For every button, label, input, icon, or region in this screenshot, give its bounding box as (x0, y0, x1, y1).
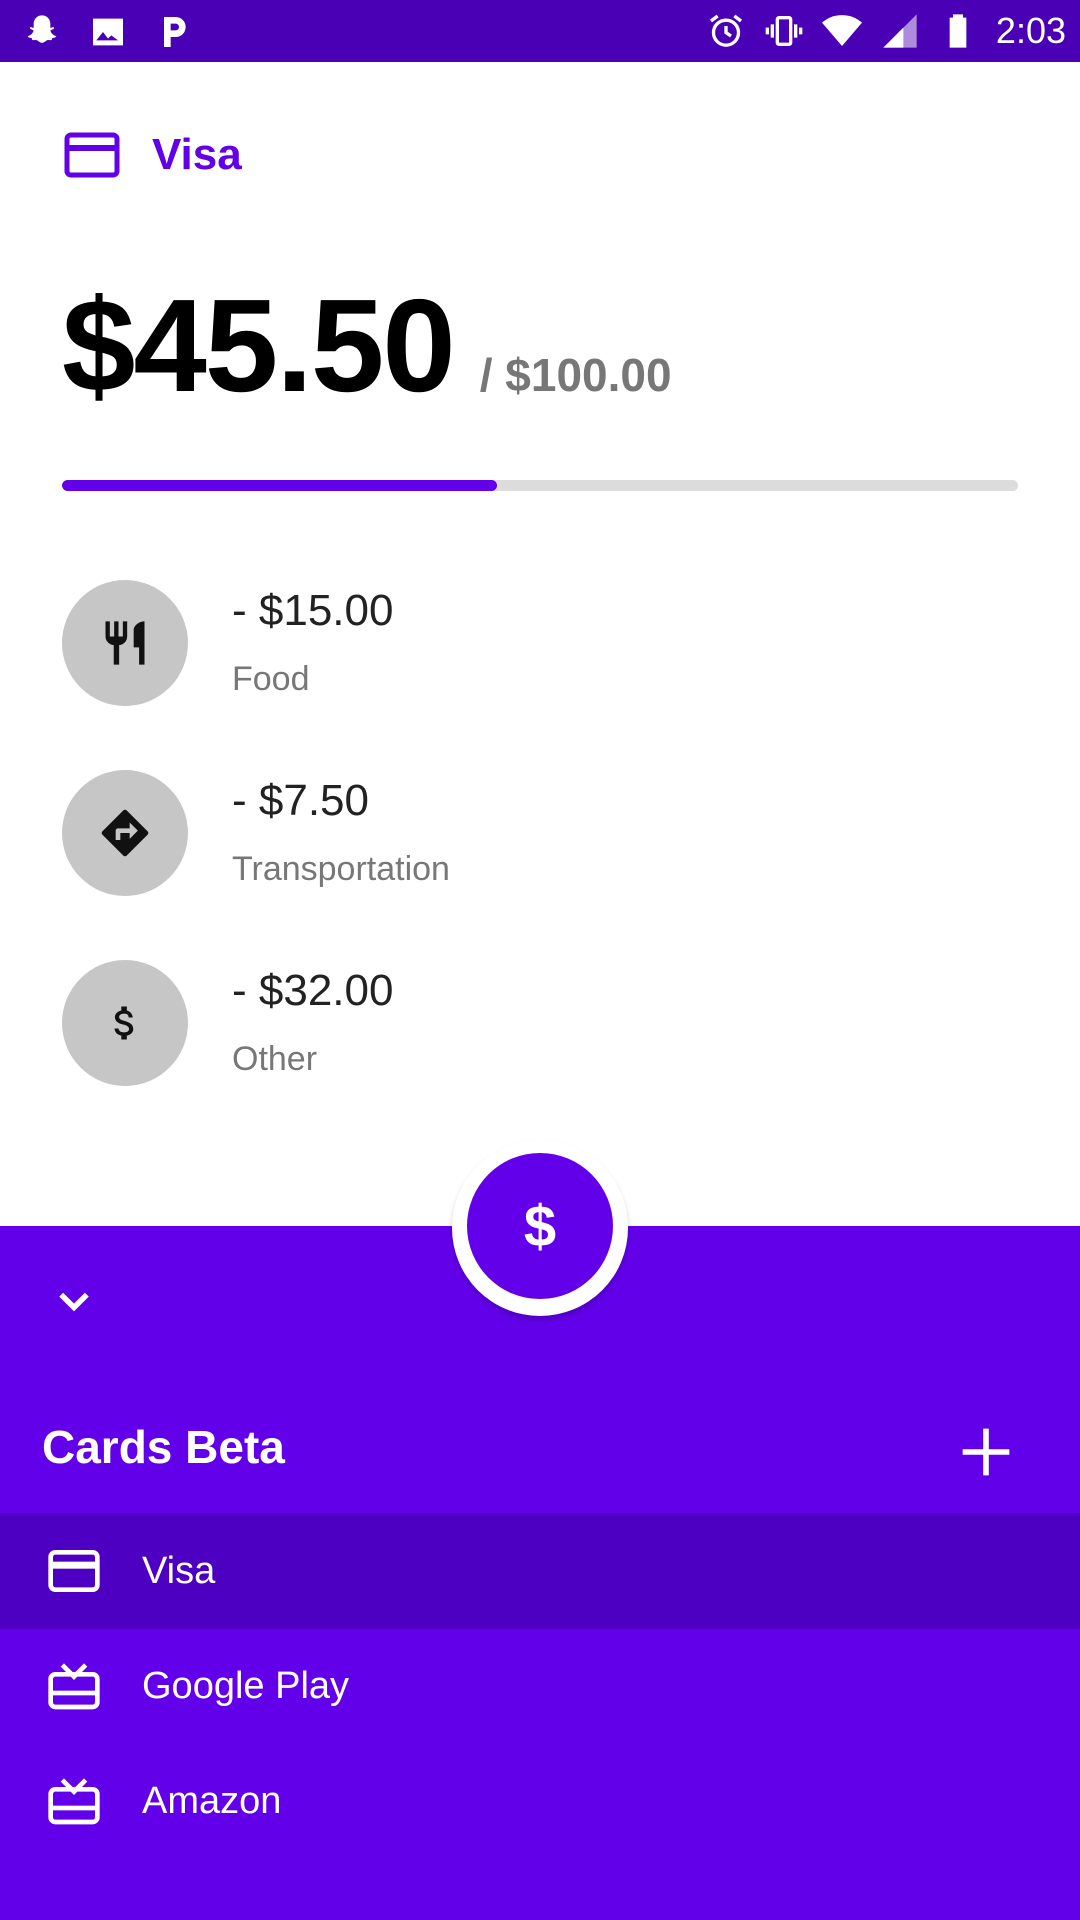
signal-icon (883, 14, 917, 48)
status-bar: 2:03 (0, 0, 1080, 62)
gift-card-icon (48, 1663, 100, 1710)
vibrate-icon (765, 16, 803, 46)
credit-card-icon (64, 132, 120, 178)
card-list-item-google-play[interactable]: Google Play (0, 1628, 1080, 1744)
chevron-down-icon[interactable] (52, 1280, 96, 1324)
expense-amount: - $7.50 (232, 776, 369, 825)
directions-icon (101, 809, 149, 857)
expense-amount: - $32.00 (232, 966, 394, 1015)
list-item[interactable]: - $7.50 Transportation (62, 770, 1022, 896)
p-app-icon (164, 17, 186, 47)
image-icon (93, 18, 123, 46)
card-list-item-amazon[interactable]: Amazon (0, 1743, 1080, 1859)
spent-amount: $45.50 (62, 272, 456, 419)
plus-icon[interactable] (958, 1424, 1014, 1480)
budget-progress-fill (62, 480, 497, 491)
card-list-item-visa[interactable]: Visa (0, 1513, 1080, 1629)
balance-summary: $45.50 / $100.00 (62, 270, 672, 421)
battery-icon (949, 14, 967, 48)
status-time: 2:03 (995, 10, 1066, 51)
credit-card-icon (48, 1550, 100, 1592)
budget-total: / $100.00 (479, 349, 672, 401)
card-list-item-label: Google Play (142, 1664, 350, 1707)
card-list-item-label: Amazon (142, 1779, 282, 1822)
card-header: Visa (64, 130, 242, 180)
snapchat-icon (27, 15, 57, 43)
list-item[interactable]: - $15.00 Food (62, 580, 1022, 706)
alarm-icon (709, 14, 742, 47)
expense-amount: - $15.00 (232, 586, 394, 635)
category-avatar (62, 580, 188, 706)
budget-progress-bar (62, 480, 1018, 491)
expense-category: Food (232, 660, 310, 698)
gift-card-icon (48, 1778, 100, 1825)
expense-category: Other (232, 1040, 318, 1078)
dollar-icon (114, 1006, 134, 1040)
category-avatar (62, 770, 188, 896)
category-avatar (62, 960, 188, 1086)
card-title: Visa (152, 130, 242, 179)
restaurant-icon (105, 621, 145, 665)
list-item[interactable]: - $32.00 Other (62, 960, 1022, 1086)
expense-category: Transportation (232, 850, 450, 888)
wifi-icon (821, 15, 862, 46)
add-expense-fab[interactable]: $ (467, 1153, 613, 1299)
card-list-item-label: Visa (142, 1549, 216, 1592)
sheet-title: Cards Beta (42, 1421, 285, 1473)
